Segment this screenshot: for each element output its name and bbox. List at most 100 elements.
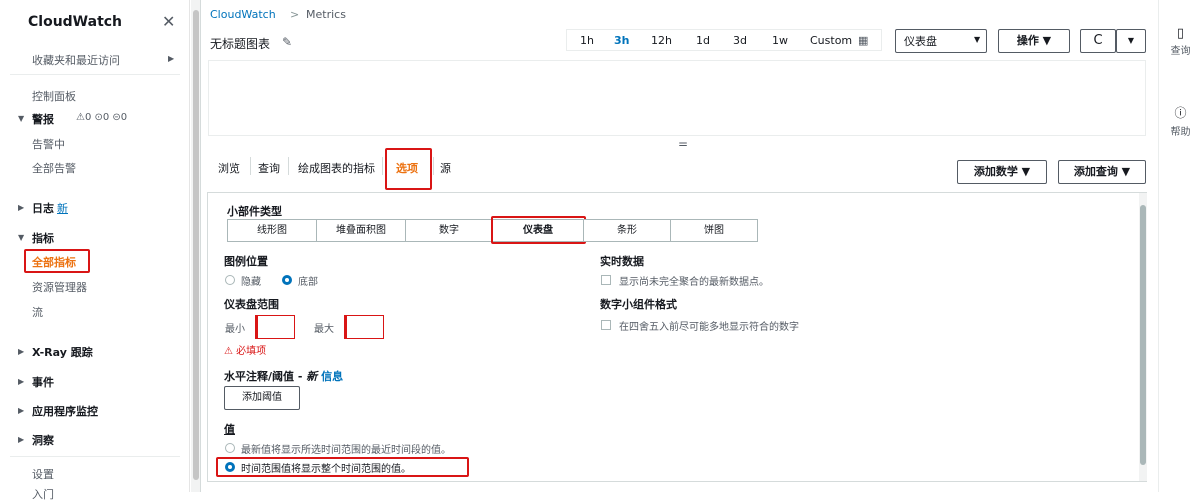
value-label: 值 xyxy=(224,423,235,436)
divider xyxy=(10,74,180,75)
time-range-custom[interactable]: Custom xyxy=(810,34,852,47)
time-range-option-selected[interactable]: 3h xyxy=(614,34,630,47)
tab-query[interactable]: 查询 xyxy=(258,160,280,176)
sidebar-item-all-alarms[interactable]: 全部告警 xyxy=(32,160,76,176)
gauge-range-label: 仪表盘范围 xyxy=(224,298,279,311)
number-format-checkbox[interactable] xyxy=(601,320,611,330)
add-math-button[interactable]: 添加数学 ▼ xyxy=(957,160,1047,184)
sidebar-item-in-alarm[interactable]: 告警中 xyxy=(32,136,65,152)
actions-button[interactable]: 操作 ▼ xyxy=(998,29,1070,53)
widget-type-bar[interactable]: 条形 xyxy=(583,219,671,242)
value-timerange-label: 时间范围值将显示整个时间范围的值。 xyxy=(241,464,411,475)
calendar-icon[interactable]: ▦ xyxy=(858,34,868,47)
time-range-option[interactable]: 3d xyxy=(733,34,747,47)
number-format-description: 在四舍五入前尽可能多地显示符合的数字 xyxy=(619,322,799,333)
options-scrollbar-thumb[interactable] xyxy=(1140,205,1146,465)
time-range-option[interactable]: 1d xyxy=(696,34,710,47)
add-query-button[interactable]: 添加查询 ▼ xyxy=(1058,160,1146,184)
sidebar-item-logs-label: 日志 xyxy=(32,202,54,215)
caret-right-icon[interactable]: ▶ xyxy=(18,347,24,356)
query-panel-label[interactable]: 查询 xyxy=(1159,42,1201,57)
caret-right-icon[interactable]: ▶ xyxy=(18,203,24,212)
info-icon[interactable]: ⓘ xyxy=(1159,104,1201,121)
sidebar-item-getting-started[interactable]: 入门 xyxy=(32,486,54,502)
help-panel-label[interactable]: 帮助 xyxy=(1159,123,1201,138)
breadcrumb-root[interactable]: CloudWatch xyxy=(210,8,276,21)
sidebar-item-alarms[interactable]: 警报 xyxy=(32,111,54,127)
pencil-icon[interactable]: ✎ xyxy=(282,35,292,49)
annotation-label: 水平注释/阈值 - 新 信息 xyxy=(224,368,343,384)
sidebar-scrollbar-thumb[interactable] xyxy=(193,10,199,480)
legend-hidden-radio[interactable] xyxy=(225,275,235,285)
sidebar-item-favorites[interactable]: 收藏夹和最近访问 xyxy=(32,52,120,68)
gauge-min-label: 最小 xyxy=(225,324,245,335)
tab-divider xyxy=(382,157,383,175)
right-panel-bar: ▯ 查询 ⓘ 帮助 xyxy=(1158,0,1201,492)
sidebar-item-xray[interactable]: X-Ray 跟踪 xyxy=(32,344,93,360)
time-range-option[interactable]: 1w xyxy=(772,34,788,47)
breadcrumb-current: Metrics xyxy=(306,8,346,21)
required-error-text: 必填项 xyxy=(236,346,267,357)
sidebar-item-streams[interactable]: 流 xyxy=(32,304,43,320)
close-icon[interactable]: ✕ xyxy=(162,12,175,31)
widget-type-pie[interactable]: 饼图 xyxy=(670,219,758,242)
caret-right-icon[interactable]: ▶ xyxy=(18,435,24,444)
legend-hidden-label: 隐藏 xyxy=(241,277,261,288)
caret-right-icon[interactable]: ▶ xyxy=(18,377,24,386)
sidebar-item-dashboard[interactable]: 控制面板 xyxy=(32,88,76,104)
legend-bottom-label: 底部 xyxy=(298,277,318,288)
annotation-info-link[interactable]: 信息 xyxy=(321,370,343,383)
caret-down-icon[interactable]: ▼ xyxy=(18,114,24,123)
time-range-option[interactable]: 1h xyxy=(580,34,594,47)
divider xyxy=(10,456,180,457)
sidebar: CloudWatch ✕ 收藏夹和最近访问 ▶ 控制面板 ▼ 警报 ⚠0 ⊙0 … xyxy=(0,0,190,501)
refresh-icon[interactable]: C xyxy=(1080,29,1116,53)
required-error: ⚠ 必填项 xyxy=(224,342,266,357)
tab-source[interactable]: 源 xyxy=(440,160,451,176)
sidebar-item-explorer[interactable]: 资源管理器 xyxy=(32,279,87,295)
new-badge[interactable]: 新 xyxy=(57,202,68,215)
annotation-new-badge: 新 xyxy=(306,370,318,383)
sidebar-title[interactable]: CloudWatch xyxy=(28,14,122,30)
chevron-down-icon: ▼ xyxy=(974,35,981,44)
sidebar-item-settings[interactable]: 设置 xyxy=(32,466,54,482)
tab-graphed-metrics[interactable]: 绘成图表的指标 xyxy=(298,160,375,176)
legend-bottom-radio[interactable] xyxy=(282,275,292,285)
annotation-label-text: 水平注释/阈值 - xyxy=(224,370,307,383)
live-data-description: 显示尚未完全聚合的最新数据点。 xyxy=(619,277,769,288)
widget-type-line[interactable]: 线形图 xyxy=(227,219,317,242)
caret-down-icon[interactable]: ▼ xyxy=(18,233,24,242)
value-latest-radio[interactable] xyxy=(225,443,235,453)
add-threshold-button[interactable]: 添加阈值 xyxy=(224,386,300,410)
widget-type-number[interactable]: 数字 xyxy=(405,219,493,242)
gauge-max-input[interactable] xyxy=(344,315,384,339)
tab-browse[interactable]: 浏览 xyxy=(218,160,240,176)
gauge-min-input[interactable] xyxy=(255,315,295,339)
chart-area xyxy=(208,60,1146,136)
live-data-checkbox[interactable] xyxy=(601,275,611,285)
tab-options[interactable]: 选项 xyxy=(396,160,418,176)
widget-type-stacked-area[interactable]: 堆叠面积图 xyxy=(316,219,406,242)
tab-divider xyxy=(433,157,434,175)
sidebar-item-app-monitoring[interactable]: 应用程序监控 xyxy=(32,403,98,419)
expand-right-icon[interactable]: ▶ xyxy=(168,54,174,63)
resize-handle[interactable]: = xyxy=(678,137,688,151)
sidebar-item-logs[interactable]: 日志新 xyxy=(32,200,68,216)
time-range-option[interactable]: 12h xyxy=(651,34,672,47)
value-timerange-radio[interactable] xyxy=(225,462,235,472)
chart-title[interactable]: 无标题图表 xyxy=(210,35,270,52)
gauge-max-label: 最大 xyxy=(314,324,334,335)
sidebar-item-events[interactable]: 事件 xyxy=(32,374,54,390)
alarm-status-icons: ⚠0 ⊙0 ⊝0 xyxy=(76,112,128,123)
widget-type-select[interactable]: 仪表盘 ▼ xyxy=(895,29,987,53)
tab-divider xyxy=(288,157,289,175)
caret-right-icon[interactable]: ▶ xyxy=(18,406,24,415)
refresh-dropdown-button[interactable]: ▼ xyxy=(1116,29,1146,53)
value-latest-label: 最新值将显示所选时间范围的最近时间段的值。 xyxy=(241,445,451,456)
live-data-label: 实时数据 xyxy=(600,255,644,268)
document-icon[interactable]: ▯ xyxy=(1159,26,1201,41)
sidebar-item-insights[interactable]: 洞察 xyxy=(32,432,54,448)
legend-position-label: 图例位置 xyxy=(224,255,268,268)
sidebar-item-all-metrics[interactable]: 全部指标 xyxy=(32,254,76,270)
sidebar-item-metrics[interactable]: 指标 xyxy=(32,230,54,246)
